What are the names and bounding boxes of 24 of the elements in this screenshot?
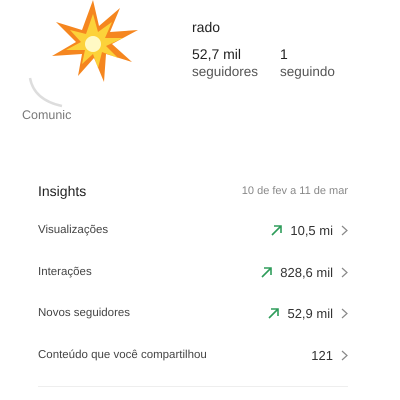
date-range: 10 de fev a 11 de mar	[242, 184, 348, 199]
metric-row[interactable]: Interações 828,6 mil	[38, 252, 348, 293]
section-title: Insights	[38, 182, 86, 201]
profile-category: Comunic	[22, 107, 72, 124]
metric-row[interactable]: Novos seguidores 52,9 mil	[38, 293, 348, 334]
chevron-right-icon	[341, 225, 348, 236]
metric-label: Visualizações	[38, 223, 108, 238]
stat-label: seguidores	[192, 63, 258, 81]
metric-value: 10,5 mi	[290, 222, 333, 240]
metric-label: Conteúdo que você compartilhou	[38, 348, 207, 363]
chevron-right-icon	[341, 350, 348, 361]
stat-value: 52,7 mil	[192, 45, 242, 63]
chevron-right-icon	[341, 308, 348, 320]
metric-label: Novos seguidores	[38, 306, 130, 322]
metric-value: 828,6 mil	[280, 264, 333, 282]
stat-label: seguindo	[280, 63, 335, 81]
stat-value: 1	[280, 45, 289, 63]
metric-value: 121	[311, 346, 333, 364]
metric-value: 52,9 mil	[287, 305, 333, 323]
metric-row[interactable]: Conteúdo que você compartilhou 121	[38, 334, 348, 376]
chevron-right-icon	[341, 266, 348, 278]
profile-name: rado	[192, 18, 220, 37]
metric-label: Interações	[38, 264, 92, 280]
metric-row[interactable]: Visualizações 10,5 mi	[38, 210, 348, 252]
